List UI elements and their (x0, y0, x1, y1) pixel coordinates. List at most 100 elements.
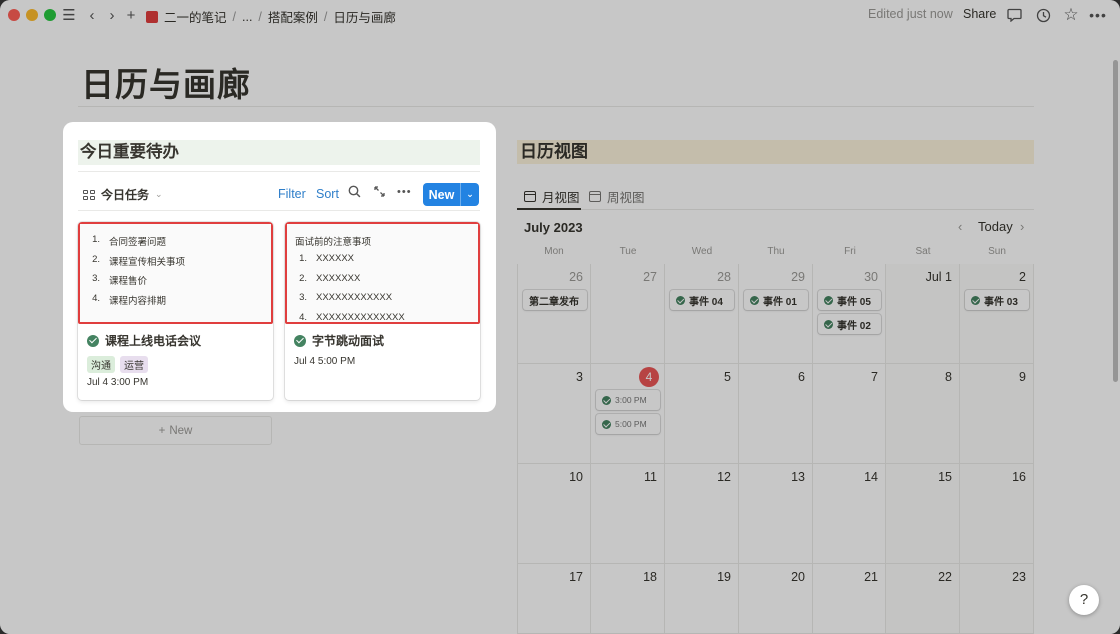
weekday-label: Fri (844, 246, 856, 257)
forward-arrow-icon[interactable]: › (103, 6, 121, 24)
calendar-day-cell[interactable]: 9 (960, 364, 1034, 464)
calendar-day-cell[interactable]: 22 (886, 564, 960, 634)
calendar-event[interactable]: 事件 04 (670, 290, 734, 310)
calendar-event[interactable]: 事件 02 (818, 314, 881, 334)
tab-month-view[interactable]: 月视图 (524, 187, 580, 206)
calendar-day-cell[interactable]: 2 事件 03 (960, 264, 1034, 364)
day-number: 14 (864, 470, 878, 484)
breadcrumb: 二一的笔记 / ... / 搭配案例 / 日历与画廊 (146, 7, 396, 26)
tab-week-view[interactable]: 周视图 (589, 187, 645, 206)
calendar-day-cell[interactable]: 11 (591, 464, 665, 564)
event-time: 5:00 PM (615, 419, 647, 429)
prev-month-icon[interactable]: ‹ (958, 219, 962, 234)
calendar-day-cell[interactable]: 23 (960, 564, 1034, 634)
breadcrumb-item[interactable]: 二一的笔记 (164, 7, 227, 26)
next-month-icon[interactable]: › (1020, 219, 1024, 234)
page-scrollbar[interactable] (1113, 60, 1118, 382)
day-number: 23 (1012, 570, 1026, 584)
calendar-day-cell[interactable]: 30 事件 05 事件 02 (813, 264, 886, 364)
more-options-icon[interactable]: ••• (397, 186, 412, 198)
breadcrumb-item[interactable]: 日历与画廊 (333, 7, 396, 26)
calendar-day-cell-today[interactable]: 4 3:00 PM 5:00 PM (591, 364, 665, 464)
done-check-icon (676, 295, 685, 305)
day-number: 27 (643, 270, 657, 284)
day-number: 16 (1012, 470, 1026, 484)
new-button[interactable]: New ⌄ (423, 183, 479, 206)
gallery-card[interactable]: 1. 合同签署问题 2. 课程宣传相关事项 3. 课程售价 4. 课程内容排期 课程上线… (78, 222, 273, 400)
calendar-day-cell[interactable]: 19 (665, 564, 739, 634)
calendar-day-cell[interactable]: 13 (739, 464, 813, 564)
minimize-window-button[interactable] (26, 9, 38, 21)
breadcrumb-item[interactable]: 搭配案例 (268, 7, 318, 26)
card-date: Jul 4 3:00 PM (87, 377, 149, 388)
gallery-new-card-button[interactable]: + New (79, 416, 272, 445)
calendar-day-cell[interactable]: 16 (960, 464, 1034, 564)
history-clock-icon[interactable] (1034, 6, 1052, 24)
calendar-day-cell[interactable]: 18 (591, 564, 665, 634)
card-title-text: 课程上线电话会议 (105, 334, 202, 348)
calendar-event[interactable]: 5:00 PM (596, 414, 660, 434)
card-preview-highlighted: 面试前的注意事项 1. XXXXXX 2. XXXXXXX 3. XXXXXXXXXX… (285, 222, 480, 324)
breadcrumb-separator: / (232, 9, 236, 24)
calendar-day-cell[interactable]: 5 (665, 364, 739, 464)
calendar-day-cell[interactable]: 8 (886, 364, 960, 464)
calendar-day-cell[interactable]: 27 (591, 264, 665, 364)
calendar-day-cell[interactable]: 17 (517, 564, 591, 634)
day-number: 22 (938, 570, 952, 584)
calendar-event[interactable]: 3:00 PM (596, 390, 660, 410)
calendar-event[interactable]: 事件 05 (818, 290, 881, 310)
calendar-day-cell[interactable]: Jul 1 (886, 264, 960, 364)
todo-heading: 今日重要待办 (78, 140, 480, 165)
done-check-icon (750, 295, 759, 305)
event-title: 事件 01 (763, 296, 797, 308)
preview-title: 面试前的注意事项 (295, 237, 372, 248)
day-number: 10 (569, 470, 583, 484)
calendar-day-cell[interactable]: 6 (739, 364, 813, 464)
day-number: 21 (864, 570, 878, 584)
breadcrumb-item[interactable]: ... (242, 10, 252, 24)
calendar-day-cell[interactable]: 10 (517, 464, 591, 564)
expand-icon[interactable] (373, 185, 386, 201)
today-button[interactable]: Today (978, 219, 1013, 234)
more-options-icon[interactable]: ••• (1089, 6, 1107, 24)
back-arrow-icon[interactable]: ‹ (83, 6, 101, 24)
calendar-day-cell[interactable]: 14 (813, 464, 886, 564)
day-number: 26 (569, 270, 583, 284)
calendar-event[interactable]: 第二章发布 (523, 290, 587, 310)
day-number: 28 (717, 270, 731, 284)
calendar-day-cell[interactable]: 28 事件 04 (665, 264, 739, 364)
calendar-day-cell[interactable]: 26 第二章发布 (517, 264, 591, 364)
card-tags: 沟通 运营 (87, 356, 148, 373)
comment-icon[interactable] (1005, 6, 1023, 24)
calendar-day-cell[interactable]: 15 (886, 464, 960, 564)
calendar-grid: 26 第二章发布 27 28 事件 04 29 事件 01 30 事件 05 事… (517, 264, 1034, 634)
sort-button[interactable]: Sort (316, 187, 339, 201)
share-button[interactable]: Share (963, 7, 996, 21)
calendar-event[interactable]: 事件 03 (965, 290, 1029, 310)
add-page-icon[interactable]: + (122, 6, 140, 24)
close-window-button[interactable] (8, 9, 20, 21)
calendar-day-cell[interactable]: 20 (739, 564, 813, 634)
favorite-star-icon[interactable]: ☆ (1062, 5, 1080, 24)
calendar-event[interactable]: 事件 01 (744, 290, 808, 310)
gallery-card[interactable]: 面试前的注意事项 1. XXXXXX 2. XXXXXXX 3. XXXXXXXXXX… (285, 222, 480, 400)
sidebar-menu-icon[interactable]: ☰ (60, 6, 78, 24)
chevron-down-icon[interactable]: ⌄ (461, 189, 479, 200)
filter-button[interactable]: Filter (278, 187, 306, 201)
help-button[interactable]: ? (1069, 585, 1099, 615)
search-icon[interactable] (348, 185, 361, 201)
day-number: 20 (791, 570, 805, 584)
weekday-label: Sat (915, 246, 931, 257)
zoom-window-button[interactable] (44, 9, 56, 21)
page-emoji-icon (146, 10, 158, 23)
calendar-day-cell[interactable]: 12 (665, 464, 739, 564)
calendar-day-cell[interactable]: 7 (813, 364, 886, 464)
day-number: 6 (798, 370, 805, 384)
card-title: 课程上线电话会议 (87, 332, 201, 349)
event-title: 事件 03 (984, 296, 1018, 308)
gallery-view-selector[interactable]: 今日任务 ⌄ (83, 186, 163, 203)
calendar-day-cell[interactable]: 3 (517, 364, 591, 464)
calendar-day-cell[interactable]: 21 (813, 564, 886, 634)
active-tab-indicator (517, 208, 581, 210)
calendar-day-cell[interactable]: 29 事件 01 (739, 264, 813, 364)
